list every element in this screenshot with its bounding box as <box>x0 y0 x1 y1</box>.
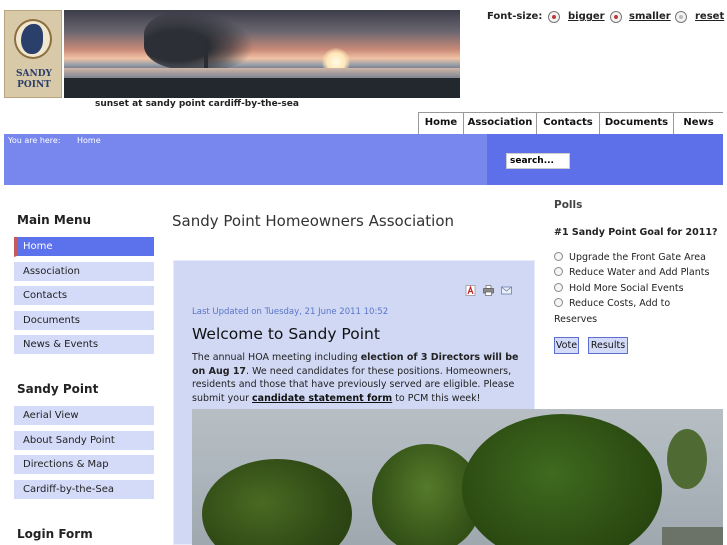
plus-icon[interactable] <box>548 11 560 23</box>
logo-bird-icon <box>21 24 43 54</box>
topnav-association[interactable]: Association <box>463 113 536 135</box>
radio-button[interactable] <box>554 252 563 261</box>
menu-item-directions-map[interactable]: Directions & Map <box>14 455 154 475</box>
article-body: The annual HOA meeting including electio… <box>192 351 525 405</box>
menu-item-aerial-view[interactable]: Aerial View <box>14 406 154 426</box>
page-title: Sandy Point Homeowners Association <box>172 212 455 230</box>
font-bigger-link[interactable]: bigger <box>568 11 605 22</box>
banner-tree <box>144 10 254 70</box>
results-button[interactable]: Results <box>588 337 628 354</box>
logo-text-line1: SANDY <box>16 69 52 79</box>
breadcrumb-label: You are here: <box>8 136 61 145</box>
pdf-icon[interactable] <box>465 285 476 296</box>
menu-item-news-events[interactable]: News & Events <box>14 335 154 355</box>
poll-option[interactable]: Reduce Costs, Add to <box>554 298 670 309</box>
topnav-documents[interactable]: Documents <box>599 113 673 135</box>
topnav-contacts[interactable]: Contacts <box>536 113 599 135</box>
article-photo <box>192 409 723 545</box>
menu-item-contacts[interactable]: Contacts <box>14 286 154 306</box>
menu-item-home[interactable]: Home <box>14 237 154 257</box>
site-logo[interactable]: SANDY POINT <box>4 10 62 98</box>
polls-heading: Polls <box>554 199 583 211</box>
radio-button[interactable] <box>554 283 563 292</box>
radio-button[interactable] <box>554 298 563 307</box>
poll-option-continuation: Reserves <box>554 314 598 325</box>
poll-option-label: Reduce Costs, Add to <box>569 298 671 309</box>
search-input[interactable] <box>506 153 570 169</box>
menu-item-association[interactable]: Association <box>14 262 154 282</box>
photo-house <box>662 527 723 545</box>
body-text-1: The annual HOA meeting including <box>192 352 361 363</box>
poll-option[interactable]: Reduce Water and Add Plants <box>554 267 709 278</box>
poll-option[interactable]: Upgrade the Front Gate Area <box>554 252 706 263</box>
menu-item-documents[interactable]: Documents <box>14 311 154 331</box>
body-text-3: to PCM this week! <box>392 392 481 404</box>
poll-question: #1 Sandy Point Goal for 2011? <box>554 227 718 238</box>
menu-item-about-sandy-point[interactable]: About Sandy Point <box>14 431 154 451</box>
poll-option[interactable]: Hold More Social Events <box>554 283 684 294</box>
radio-button[interactable] <box>554 267 563 276</box>
photo-tree-right <box>462 414 662 545</box>
print-icon[interactable] <box>483 285 494 296</box>
poll-option-label: Upgrade the Front Gate Area <box>569 252 706 263</box>
banner-image <box>64 10 460 98</box>
minus-icon[interactable] <box>610 11 622 23</box>
banner-shoreline <box>64 78 460 98</box>
breadcrumb-home[interactable]: Home <box>77 136 101 145</box>
font-size-label: Font-size: <box>487 11 543 22</box>
email-icon[interactable] <box>501 285 512 296</box>
sandy-point-heading: Sandy Point <box>17 382 99 396</box>
topnav-home[interactable]: Home <box>418 113 463 135</box>
candidate-statement-link[interactable]: candidate statement form <box>252 393 392 404</box>
font-reset-link[interactable]: reset <box>695 11 724 22</box>
reset-icon[interactable] <box>675 11 687 23</box>
top-navigation: Home Association Contacts Documents News <box>418 112 723 135</box>
photo-palm <box>667 429 707 489</box>
photo-tree-left <box>202 459 352 545</box>
poll-option-label: Hold More Social Events <box>569 283 684 294</box>
topnav-news[interactable]: News <box>673 113 723 135</box>
last-updated: Last Updated on Tuesday, 21 June 2011 10… <box>192 307 389 317</box>
logo-text-line2: POINT <box>17 80 51 90</box>
article-title: Welcome to Sandy Point <box>192 325 380 343</box>
font-smaller-link[interactable]: smaller <box>629 11 671 22</box>
breadcrumb-bar <box>4 134 723 185</box>
poll-option-label: Reduce Water and Add Plants <box>569 267 710 278</box>
menu-item-cardiff[interactable]: Cardiff-by-the-Sea <box>14 480 154 500</box>
main-menu-heading: Main Menu <box>17 213 92 227</box>
banner-sea <box>64 68 460 78</box>
login-form-heading: Login Form <box>17 527 93 541</box>
banner-caption: sunset at sandy point cardiff-by-the-sea <box>95 99 299 109</box>
vote-button[interactable]: Vote <box>554 337 579 354</box>
